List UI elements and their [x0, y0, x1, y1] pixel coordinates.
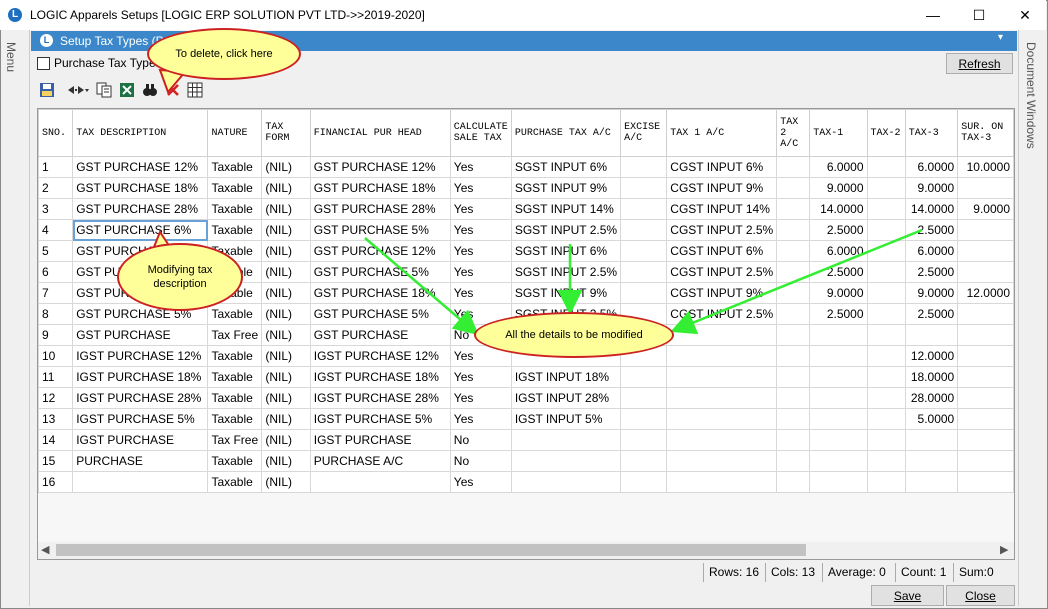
arrow-to-details-left: [364, 237, 479, 336]
callout-modify-description: Modifying tax description: [117, 243, 243, 311]
callout-delete: To delete, click here: [147, 28, 301, 80]
callout-modify-details: All the details to be modified: [474, 312, 674, 358]
arrow-to-details-right: [670, 228, 923, 335]
